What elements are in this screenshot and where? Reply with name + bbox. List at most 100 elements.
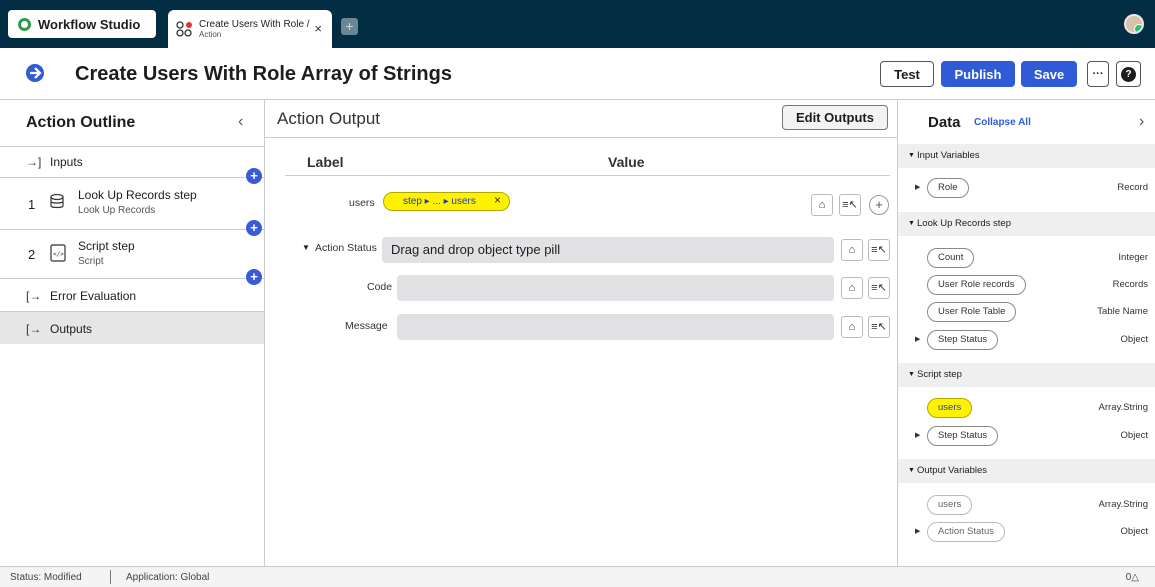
action-output-title: Action Output bbox=[277, 109, 381, 128]
divider bbox=[110, 570, 111, 584]
expand-caret-icon[interactable]: ▼ bbox=[302, 243, 310, 252]
variable-pill[interactable]: User Role records bbox=[927, 275, 1026, 295]
section-output-variables[interactable]: ▼ Output Variables bbox=[898, 459, 1155, 483]
value-column-header: Value bbox=[608, 154, 645, 170]
variable-type: Object bbox=[1120, 526, 1148, 537]
variable-pill[interactable]: Step Status bbox=[927, 330, 999, 350]
outline-item-sublabel: Look Up Records bbox=[78, 205, 156, 216]
status-bar: Status: Modified Application: Global 0△ bbox=[0, 566, 1155, 587]
remove-pill-icon[interactable]: × bbox=[494, 192, 501, 209]
expand-caret-icon[interactable]: ▶ bbox=[915, 527, 920, 535]
section-caret-icon: ▼ bbox=[908, 371, 915, 378]
section-caret-icon: ▼ bbox=[908, 220, 915, 227]
back-arrow-icon[interactable] bbox=[24, 62, 46, 84]
add-step-plus-icon[interactable]: + bbox=[246, 269, 262, 285]
page-title: Create Users With Role Array of Strings bbox=[75, 63, 452, 85]
more-options-button[interactable]: ··· bbox=[1087, 61, 1109, 87]
variable-pill[interactable]: User Role Table bbox=[927, 302, 1017, 322]
section-caret-icon: ▼ bbox=[908, 467, 915, 474]
inputs-icon: →] bbox=[26, 155, 42, 169]
tab-action[interactable]: Create Users With Role / Action × bbox=[168, 10, 332, 48]
script-toggle-icon[interactable]: ⌂ bbox=[841, 239, 863, 261]
divider bbox=[285, 175, 890, 176]
variable-pill[interactable]: users bbox=[927, 495, 973, 515]
variable-row: User Role records Records bbox=[898, 275, 1155, 295]
data-pill-picker-icon[interactable]: ≡↖ bbox=[868, 316, 890, 338]
publish-button[interactable]: Publish bbox=[941, 61, 1015, 87]
divider bbox=[265, 137, 897, 138]
variable-type: Array.String bbox=[1098, 402, 1148, 413]
section-input-variables[interactable]: ▼ Input Variables bbox=[898, 144, 1155, 168]
add-tab-button[interactable]: + bbox=[341, 18, 358, 35]
section-caret-icon: ▼ bbox=[908, 152, 915, 159]
variable-row: users Array.String bbox=[898, 398, 1155, 418]
user-avatar[interactable] bbox=[1124, 14, 1144, 34]
variable-pill[interactable]: users bbox=[927, 398, 973, 418]
variable-type: Table Name bbox=[1097, 306, 1148, 317]
script-toggle-icon[interactable]: ⌂ bbox=[811, 194, 833, 216]
section-title: Input Variables bbox=[917, 150, 980, 161]
code-field[interactable] bbox=[397, 275, 834, 301]
help-button[interactable]: ? bbox=[1116, 61, 1141, 87]
outline-item-outputs[interactable]: [→ Outputs bbox=[0, 311, 264, 344]
action-status-field[interactable]: Drag and drop object type pill bbox=[382, 237, 834, 263]
expand-caret-icon[interactable]: ▶ bbox=[915, 431, 920, 439]
code-label: Code bbox=[367, 281, 393, 293]
data-pill-picker-icon[interactable]: ≡↖ bbox=[839, 194, 861, 216]
section-look-up-records[interactable]: ▼ Look Up Records step bbox=[898, 212, 1155, 236]
message-field[interactable] bbox=[397, 314, 834, 340]
variable-type: Records bbox=[1112, 279, 1148, 290]
script-toggle-icon[interactable]: ⌂ bbox=[841, 316, 863, 338]
alerts-count[interactable]: 0△ bbox=[1126, 572, 1139, 583]
variable-row: ▶ Role Record bbox=[898, 178, 1155, 198]
variable-type: Record bbox=[1117, 182, 1148, 193]
outline-item-script-step[interactable]: 2 </> Script step Script bbox=[0, 229, 264, 278]
action-output-panel: Action Output Edit Outputs Label Value u… bbox=[265, 100, 897, 566]
close-tab-icon[interactable]: × bbox=[314, 21, 322, 36]
tab-subtitle: Action bbox=[199, 30, 222, 39]
app-switcher-button[interactable]: Workflow Studio bbox=[8, 10, 156, 38]
tab-title: Create Users With Role / bbox=[199, 19, 310, 30]
outline-title: Action Outline bbox=[26, 114, 136, 131]
section-title: Output Variables bbox=[917, 465, 988, 476]
collapse-data-panel-icon[interactable]: › bbox=[1139, 113, 1144, 131]
collapse-outline-icon[interactable]: ‹ bbox=[238, 113, 243, 131]
outline-item-error-evaluation[interactable]: [→ Error Evaluation bbox=[0, 278, 264, 311]
variable-row: ▶ Step Status Object bbox=[898, 330, 1155, 350]
variable-pill[interactable]: Role bbox=[927, 178, 969, 198]
status-text: Status: Modified bbox=[10, 572, 82, 583]
variable-row: ▶ Step Status Object bbox=[898, 426, 1155, 446]
outline-item-look-up-records[interactable]: 1 Look Up Records step Look Up Records bbox=[0, 177, 264, 229]
add-step-plus-icon[interactable]: + bbox=[246, 168, 262, 184]
users-data-pill[interactable]: step ▸ ... ▸ users × bbox=[383, 192, 510, 211]
section-script-step[interactable]: ▼ Script step bbox=[898, 363, 1155, 387]
expand-caret-icon[interactable]: ▶ bbox=[915, 183, 920, 191]
variable-type: Object bbox=[1120, 430, 1148, 441]
script-toggle-icon[interactable]: ⌂ bbox=[841, 277, 863, 299]
action-header: Create Users With Role Array of Strings … bbox=[0, 48, 1155, 100]
variable-row: Count Integer bbox=[898, 248, 1155, 268]
data-pill-picker-icon[interactable]: ≡↖ bbox=[868, 277, 890, 299]
step-number: 1 bbox=[28, 197, 36, 212]
test-button[interactable]: Test bbox=[880, 61, 934, 87]
action-outline-panel: Action Outline ‹ →] Inputs + 1 Look Up R… bbox=[0, 100, 265, 566]
error-evaluation-icon: [→ bbox=[26, 289, 42, 303]
collapse-all-link[interactable]: Collapse All bbox=[974, 117, 1031, 128]
expand-caret-icon[interactable]: ▶ bbox=[915, 335, 920, 343]
save-button[interactable]: Save bbox=[1021, 61, 1077, 87]
edit-outputs-button[interactable]: Edit Outputs bbox=[782, 105, 888, 130]
data-pill-picker-icon[interactable]: ≡↖ bbox=[868, 239, 890, 261]
message-label: Message bbox=[345, 320, 388, 332]
outline-item-label: Look Up Records step bbox=[78, 188, 197, 202]
variable-pill[interactable]: Action Status bbox=[927, 522, 1005, 542]
section-title: Look Up Records step bbox=[917, 218, 1011, 229]
add-item-icon[interactable]: + bbox=[869, 195, 889, 215]
outline-item-inputs[interactable]: →] Inputs bbox=[0, 146, 264, 177]
variable-pill[interactable]: Count bbox=[927, 248, 975, 268]
variable-pill[interactable]: Step Status bbox=[927, 426, 999, 446]
outline-item-label: Inputs bbox=[50, 155, 83, 169]
outputs-icon: [→ bbox=[26, 322, 42, 336]
variable-row: ▶ Action Status Object bbox=[898, 522, 1155, 542]
variable-row: users Array.String bbox=[898, 495, 1155, 515]
add-step-plus-icon[interactable]: + bbox=[246, 220, 262, 236]
